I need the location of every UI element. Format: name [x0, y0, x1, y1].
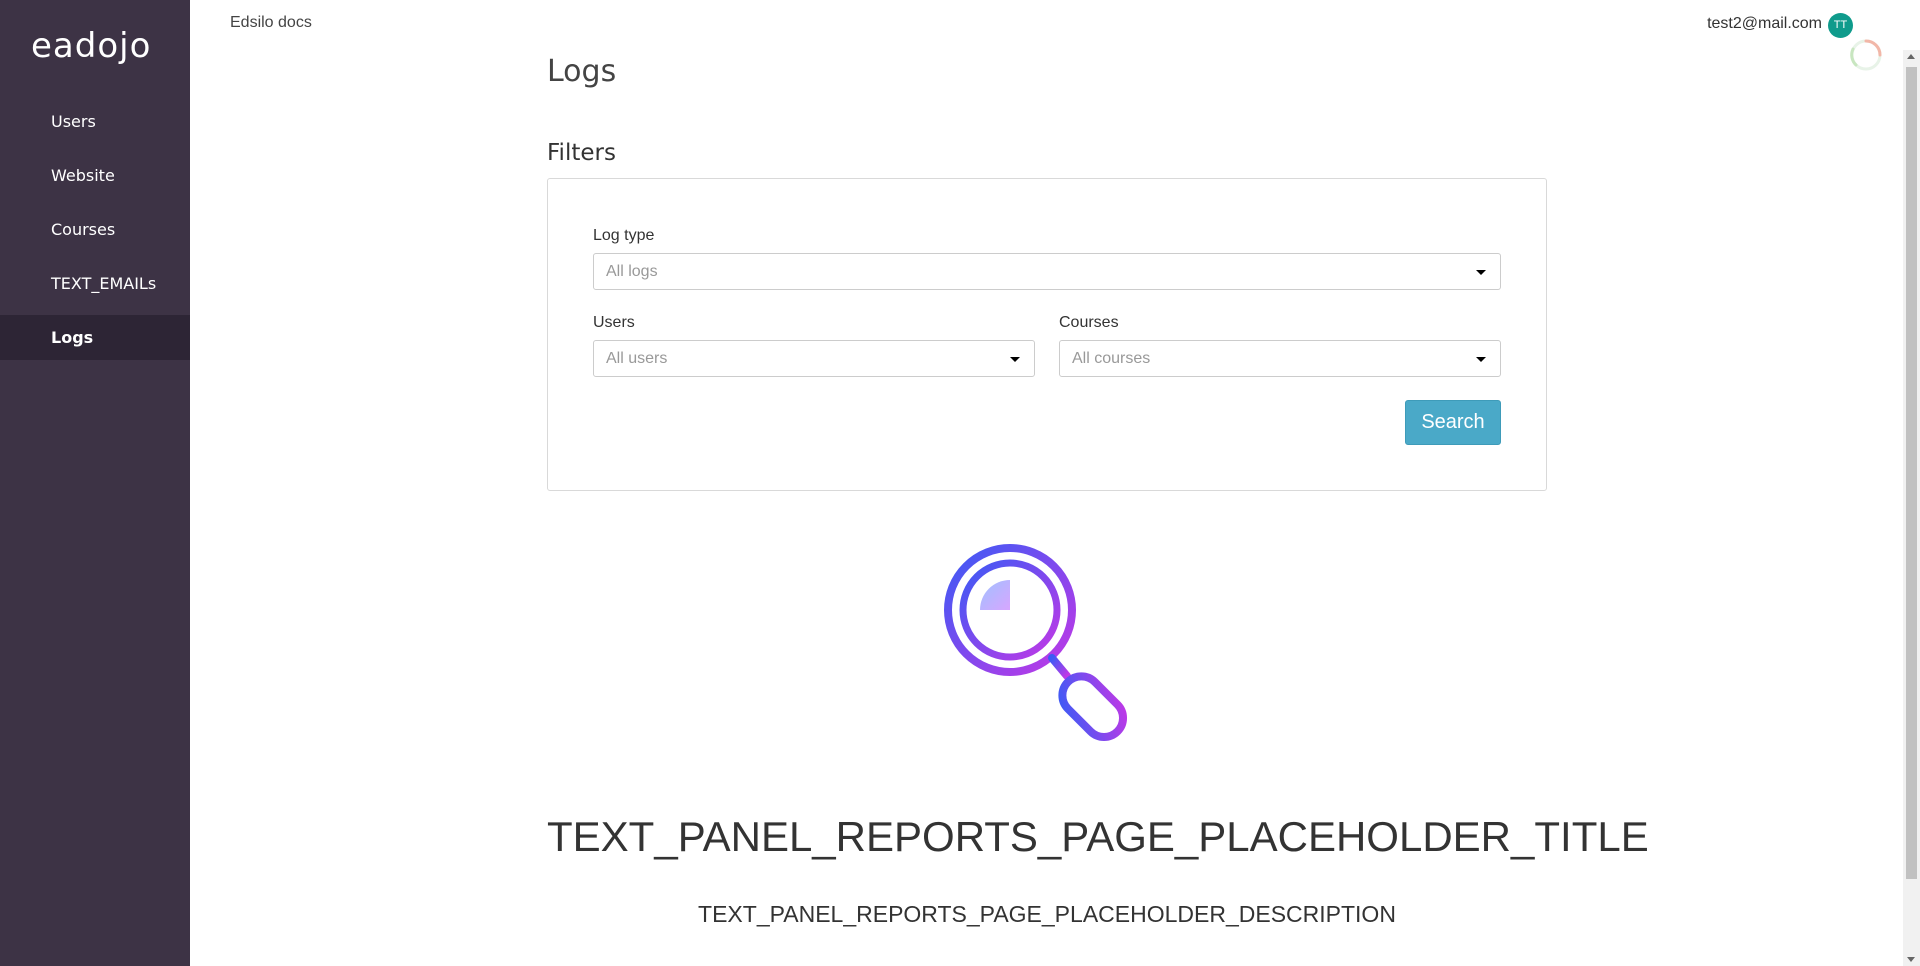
sidebar: eadojo Users Website Courses TEXT_EMAILs… [0, 0, 190, 966]
brand-link[interactable]: Edsilo docs [230, 14, 312, 32]
users-select[interactable]: All users [593, 340, 1035, 377]
users-value: All users [606, 350, 668, 367]
logo[interactable]: eadojo [31, 26, 151, 66]
chevron-down-icon [1010, 357, 1020, 362]
chevron-down-icon [1476, 357, 1486, 362]
sidebar-item-text-emails[interactable]: TEXT_EMAILs [0, 261, 190, 306]
log-type-label: Log type [593, 227, 655, 244]
sidebar-item-logs[interactable]: Logs [0, 315, 190, 360]
placeholder-title: TEXT_PANEL_REPORTS_PAGE_PLACEHOLDER_TITL… [547, 813, 1649, 860]
sidebar-item-users[interactable]: Users [0, 99, 190, 144]
avatar[interactable]: TT [1828, 13, 1853, 38]
courses-value: All courses [1072, 350, 1151, 367]
vertical-scrollbar[interactable] [1903, 50, 1920, 966]
courses-select[interactable]: All courses [1059, 340, 1501, 377]
scrollbar-thumb[interactable] [1906, 67, 1917, 879]
user-email[interactable]: test2@mail.com [1707, 15, 1822, 33]
sidebar-item-website[interactable]: Website [0, 153, 190, 198]
sidebar-item-courses[interactable]: Courses [0, 207, 190, 252]
filters-title: Filters [547, 140, 616, 166]
placeholder-description: TEXT_PANEL_REPORTS_PAGE_PLACEHOLDER_DESC… [698, 901, 1396, 927]
scroll-down-arrow-icon[interactable] [1907, 957, 1915, 962]
page-title: Logs [547, 54, 617, 89]
search-button[interactable]: Search [1405, 400, 1501, 445]
courses-label: Courses [1059, 314, 1119, 331]
scroll-up-arrow-icon[interactable] [1907, 54, 1915, 59]
main-content: Edsilo docs test2@mail.com TT Logs Filte… [190, 0, 1920, 966]
sidebar-nav: Users Website Courses TEXT_EMAILs Logs [0, 99, 190, 369]
log-type-value: All logs [606, 263, 658, 280]
loading-spinner-icon [1850, 39, 1882, 71]
users-label: Users [593, 314, 635, 331]
chevron-down-icon [1476, 270, 1486, 275]
log-type-select[interactable]: All logs [593, 253, 1501, 290]
magnifier-icon [944, 544, 1128, 742]
filters-panel: Log type All logs Users All users Course… [547, 178, 1547, 491]
